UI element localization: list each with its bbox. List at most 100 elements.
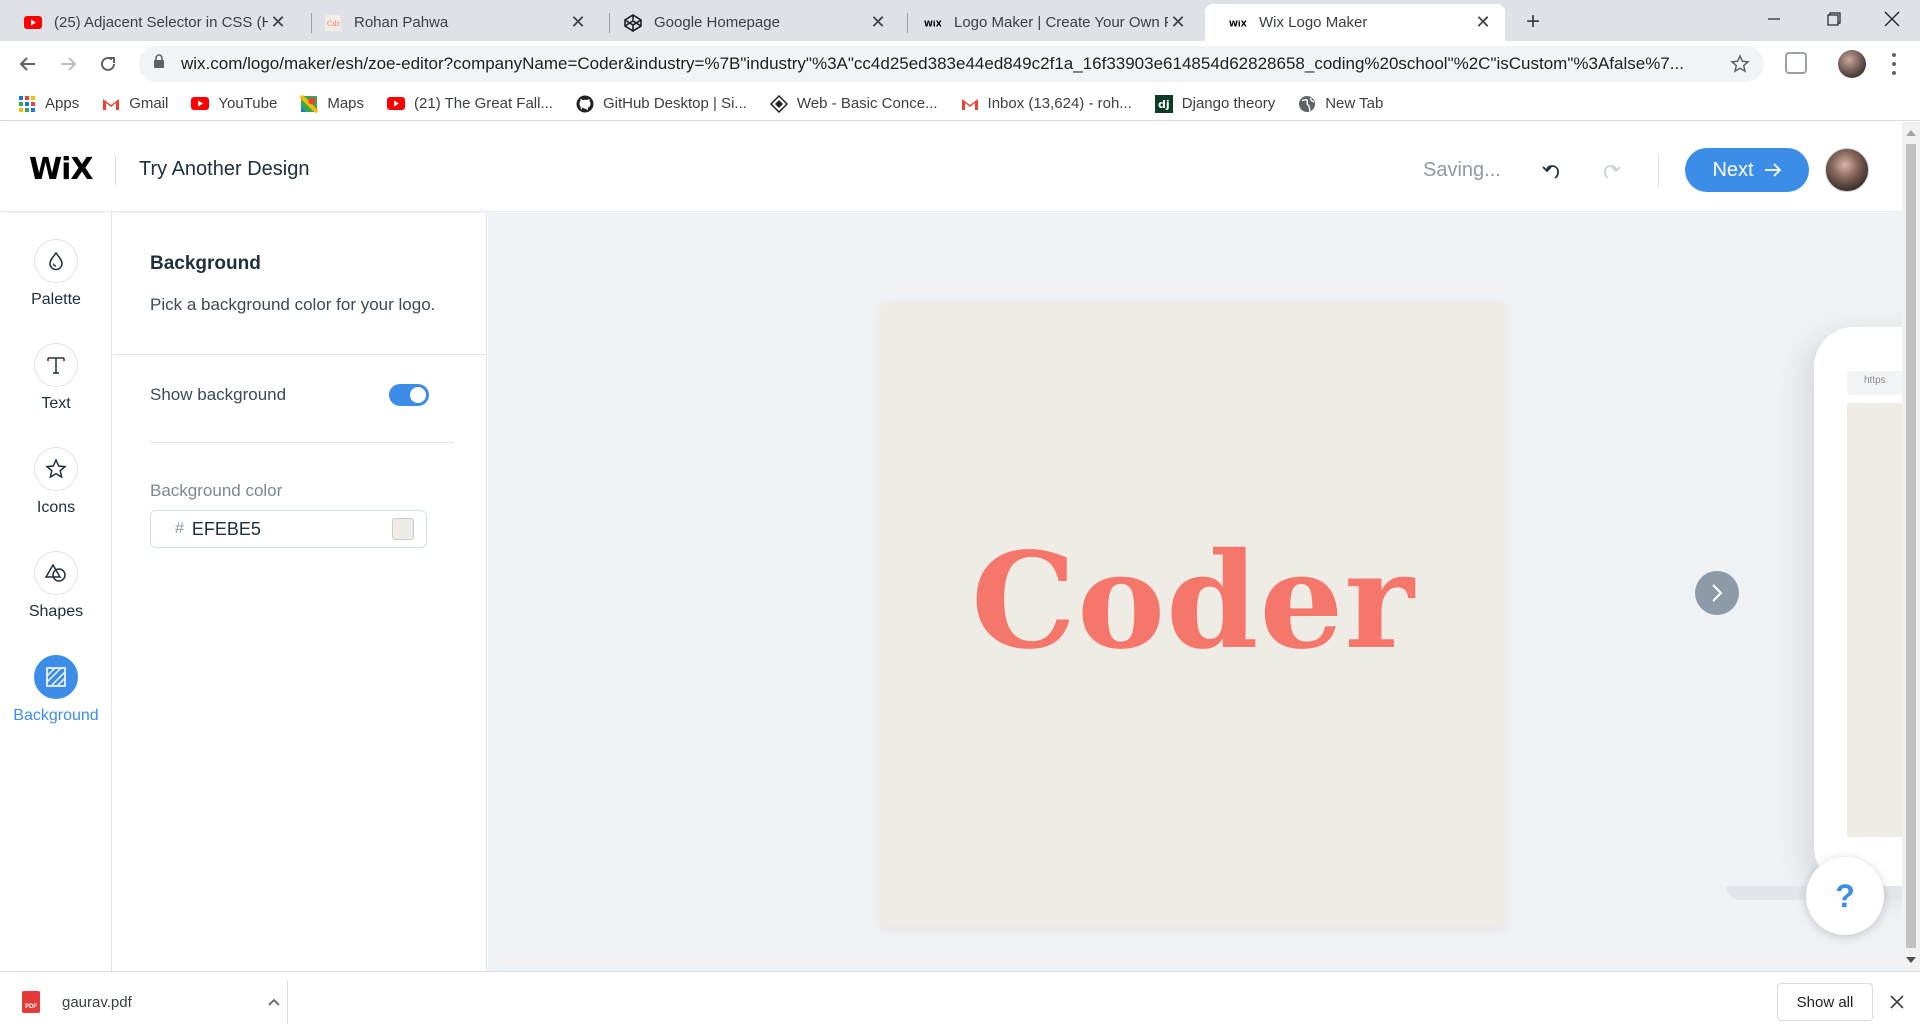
bookmark-new-tab[interactable]: New Tab (1298, 95, 1383, 113)
sidebar-item-label: Icons (36, 499, 76, 516)
sidebar-item-text[interactable]: Text (0, 343, 112, 413)
try-another-design-link[interactable]: Try Another Design (139, 158, 309, 181)
close-icon (1884, 11, 1900, 27)
bookmark-label: Gmail (129, 95, 169, 112)
save-status: Saving... (1423, 159, 1501, 181)
background-color-input[interactable]: # EFEBE5 (150, 510, 427, 548)
lock-icon (153, 54, 167, 74)
help-button[interactable]: ? (1806, 857, 1884, 935)
browser-tab-1[interactable]: (25) Adjacent Selector in CSS (Hin ✕ (0, 4, 300, 41)
scroll-down-arrow-icon[interactable] (1906, 957, 1916, 963)
close-icon[interactable]: ✕ (1473, 12, 1493, 33)
bookmark-gmail[interactable]: Gmail (102, 95, 168, 113)
bookmark-web-basic[interactable]: Web - Basic Conce... (769, 94, 938, 113)
close-window-button[interactable] (1864, 0, 1920, 38)
divider (113, 354, 487, 355)
sidebar-item-background[interactable]: Background (0, 655, 112, 725)
bookmark-star-icon[interactable] (1726, 54, 1754, 74)
bookmark-label: YouTube (218, 95, 278, 112)
restore-icon (1827, 12, 1841, 26)
sidebar-item-label: Shapes (28, 603, 84, 620)
sidebar-item-palette[interactable]: Palette (0, 239, 112, 309)
close-icon[interactable]: ✕ (1168, 12, 1188, 33)
address-bar[interactable]: wix.com/logo/maker/esh/zoe-editor?compan… (139, 46, 1764, 82)
bookmark-inbox[interactable]: Inbox (13,624) - roh... (961, 95, 1132, 113)
bookmark-apps[interactable]: Apps (18, 95, 79, 113)
tab-title: Wix Logo Maker (1259, 14, 1368, 31)
undo-button[interactable] (1537, 156, 1567, 186)
star-icon (34, 447, 78, 491)
page-scrollbar[interactable] (1902, 122, 1920, 971)
chevron-right-icon (1712, 584, 1723, 602)
bookmark-label: Web - Basic Conce... (796, 95, 938, 112)
tab-title: Google Homepage (654, 14, 780, 31)
show-background-toggle[interactable] (389, 384, 429, 406)
bookmark-github-desktop[interactable]: GitHub Desktop | Si... (576, 95, 747, 113)
panel-description: Pick a background color for your logo. (150, 295, 436, 314)
tab-title: (25) Adjacent Selector in CSS (Hin (54, 14, 268, 31)
bookmark-label: Django theory (1181, 95, 1276, 112)
sidebar-item-icons[interactable]: Icons (0, 447, 112, 517)
extension-icon[interactable] (1785, 52, 1807, 74)
sidebar-item-shapes[interactable]: Shapes (0, 551, 112, 621)
carousel-next-button[interactable] (1695, 571, 1739, 615)
chevron-up-icon[interactable] (264, 997, 284, 1007)
scrollbar-thumb[interactable] (1906, 144, 1916, 948)
back-button[interactable] (14, 50, 42, 78)
new-tab-button[interactable]: + (1519, 8, 1547, 36)
download-filename: gaurav.pdf (62, 993, 132, 1011)
bookmark-label: (21) The Great Fall... (414, 95, 553, 112)
svg-text:WiX: WiX (1229, 18, 1247, 28)
youtube-icon (191, 95, 210, 113)
bookmark-maps[interactable]: Maps (300, 94, 365, 113)
profile-avatar[interactable] (1838, 50, 1866, 78)
browser-toolbar: wix.com/logo/maker/esh/zoe-editor?compan… (0, 41, 1920, 87)
youtube-icon (387, 95, 406, 113)
color-swatch[interactable] (392, 518, 414, 540)
svg-text:Cdr: Cdr (327, 20, 341, 28)
browser-tab-4[interactable]: WiX Logo Maker | Create Your Own Fr ✕ (900, 4, 1200, 41)
youtube-icon (24, 14, 42, 32)
close-icon[interactable]: ✕ (868, 12, 888, 33)
website-mockup: https (1814, 327, 1902, 887)
gmail-icon (961, 95, 979, 113)
bookmark-django[interactable]: dj Django theory (1154, 94, 1276, 113)
redo-button[interactable] (1596, 156, 1626, 186)
show-background-label: Show background (150, 385, 287, 404)
restore-button[interactable] (1806, 0, 1862, 38)
browser-tab-3[interactable]: Google Homepage ✕ (600, 4, 900, 41)
close-icon[interactable]: ✕ (568, 12, 588, 33)
download-item[interactable]: PDF gaurav.pdf (22, 984, 284, 1020)
divider (287, 980, 288, 1024)
url-text: wix.com/logo/maker/esh/zoe-editor?compan… (181, 54, 1684, 73)
toggle-knob (410, 387, 426, 403)
arrow-right-icon (1764, 163, 1781, 177)
wix-logo[interactable]: WiX (29, 152, 94, 187)
bookmark-great-fall[interactable]: (21) The Great Fall... (387, 95, 553, 113)
shapes-icon (34, 551, 78, 595)
user-avatar[interactable] (1825, 148, 1869, 192)
bookmark-label: Maps (327, 95, 365, 112)
show-all-downloads-button[interactable]: Show all (1777, 983, 1873, 1021)
bookmark-youtube[interactable]: YouTube (191, 95, 277, 113)
minimize-button[interactable] (1746, 0, 1802, 38)
close-icon[interactable]: ✕ (268, 12, 288, 33)
next-button[interactable]: Next (1685, 148, 1809, 192)
browser-tab-2[interactable]: Cdr Rohan Pahwa ✕ (300, 4, 600, 41)
logo-company-name[interactable]: Coder (971, 524, 1415, 679)
browser-tab-5[interactable]: WiX Wix Logo Maker ✕ (1205, 4, 1505, 41)
reload-icon (101, 56, 115, 71)
divider (150, 442, 454, 443)
sidebar-item-label: Palette (31, 291, 81, 308)
forward-button[interactable] (54, 50, 82, 78)
browser-menu-button[interactable] (1884, 51, 1904, 77)
logo-canvas: Coder https ? (488, 213, 1902, 971)
close-download-bar-button[interactable] (1886, 991, 1908, 1013)
logo-preview-card[interactable]: Coder (881, 303, 1505, 927)
scroll-up-arrow-icon[interactable] (1906, 130, 1916, 136)
hex-value[interactable]: EFEBE5 (192, 519, 392, 540)
reload-button[interactable] (94, 50, 122, 78)
tab-title: Rohan Pahwa (354, 14, 449, 31)
panel-title: Background (150, 253, 261, 274)
close-icon (1890, 995, 1904, 1009)
